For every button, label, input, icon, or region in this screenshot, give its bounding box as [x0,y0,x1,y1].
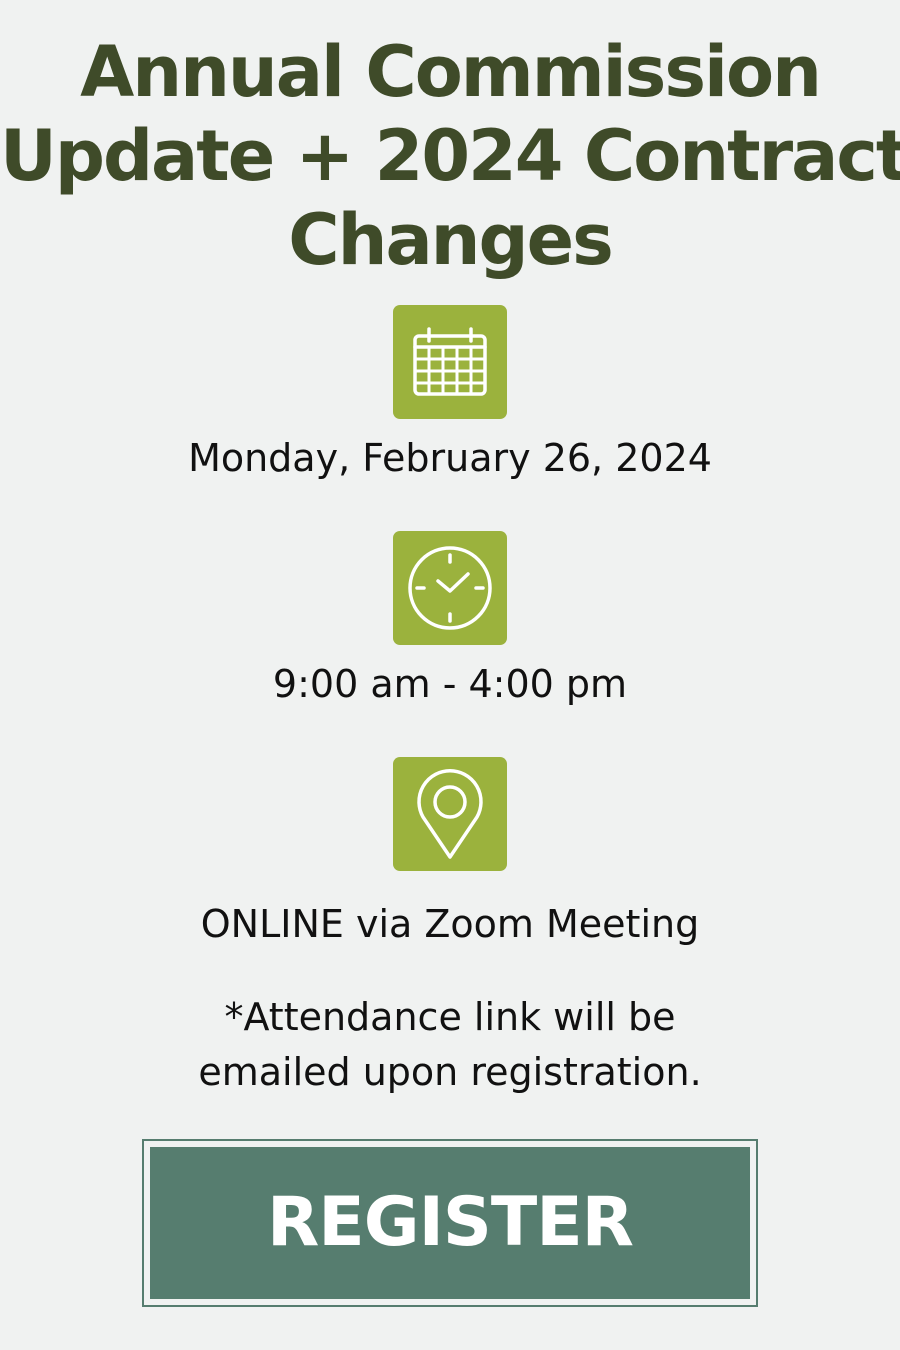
register-button-frame: REGISTER [142,1139,758,1307]
event-location: ONLINE via Zoom Meeting [200,902,700,946]
location-tile [393,757,507,871]
event-date: Monday, February 26, 2024 [188,436,712,480]
calendar-icon [413,327,487,396]
attendance-note-line-2: emailed upon registration. [198,1050,702,1094]
map-pin-icon [417,769,483,859]
page-title-line-2: Update + 2024 Contract [0,115,900,197]
event-time: 9:00 am - 4:00 pm [272,662,628,706]
register-button[interactable]: REGISTER [150,1147,750,1299]
clock-icon [408,546,492,630]
attendance-note-line-1: *Attendance link will be [224,995,676,1039]
calendar-tile [393,305,507,419]
page-title-line-1: Annual Commission [80,31,822,113]
page-title-line-3: Changes [288,199,614,281]
clock-tile [393,531,507,645]
attendance-note: *Attendance link will be emailed upon re… [0,990,900,1100]
page-title: Annual Commission Update + 2024 Contract… [0,30,900,282]
